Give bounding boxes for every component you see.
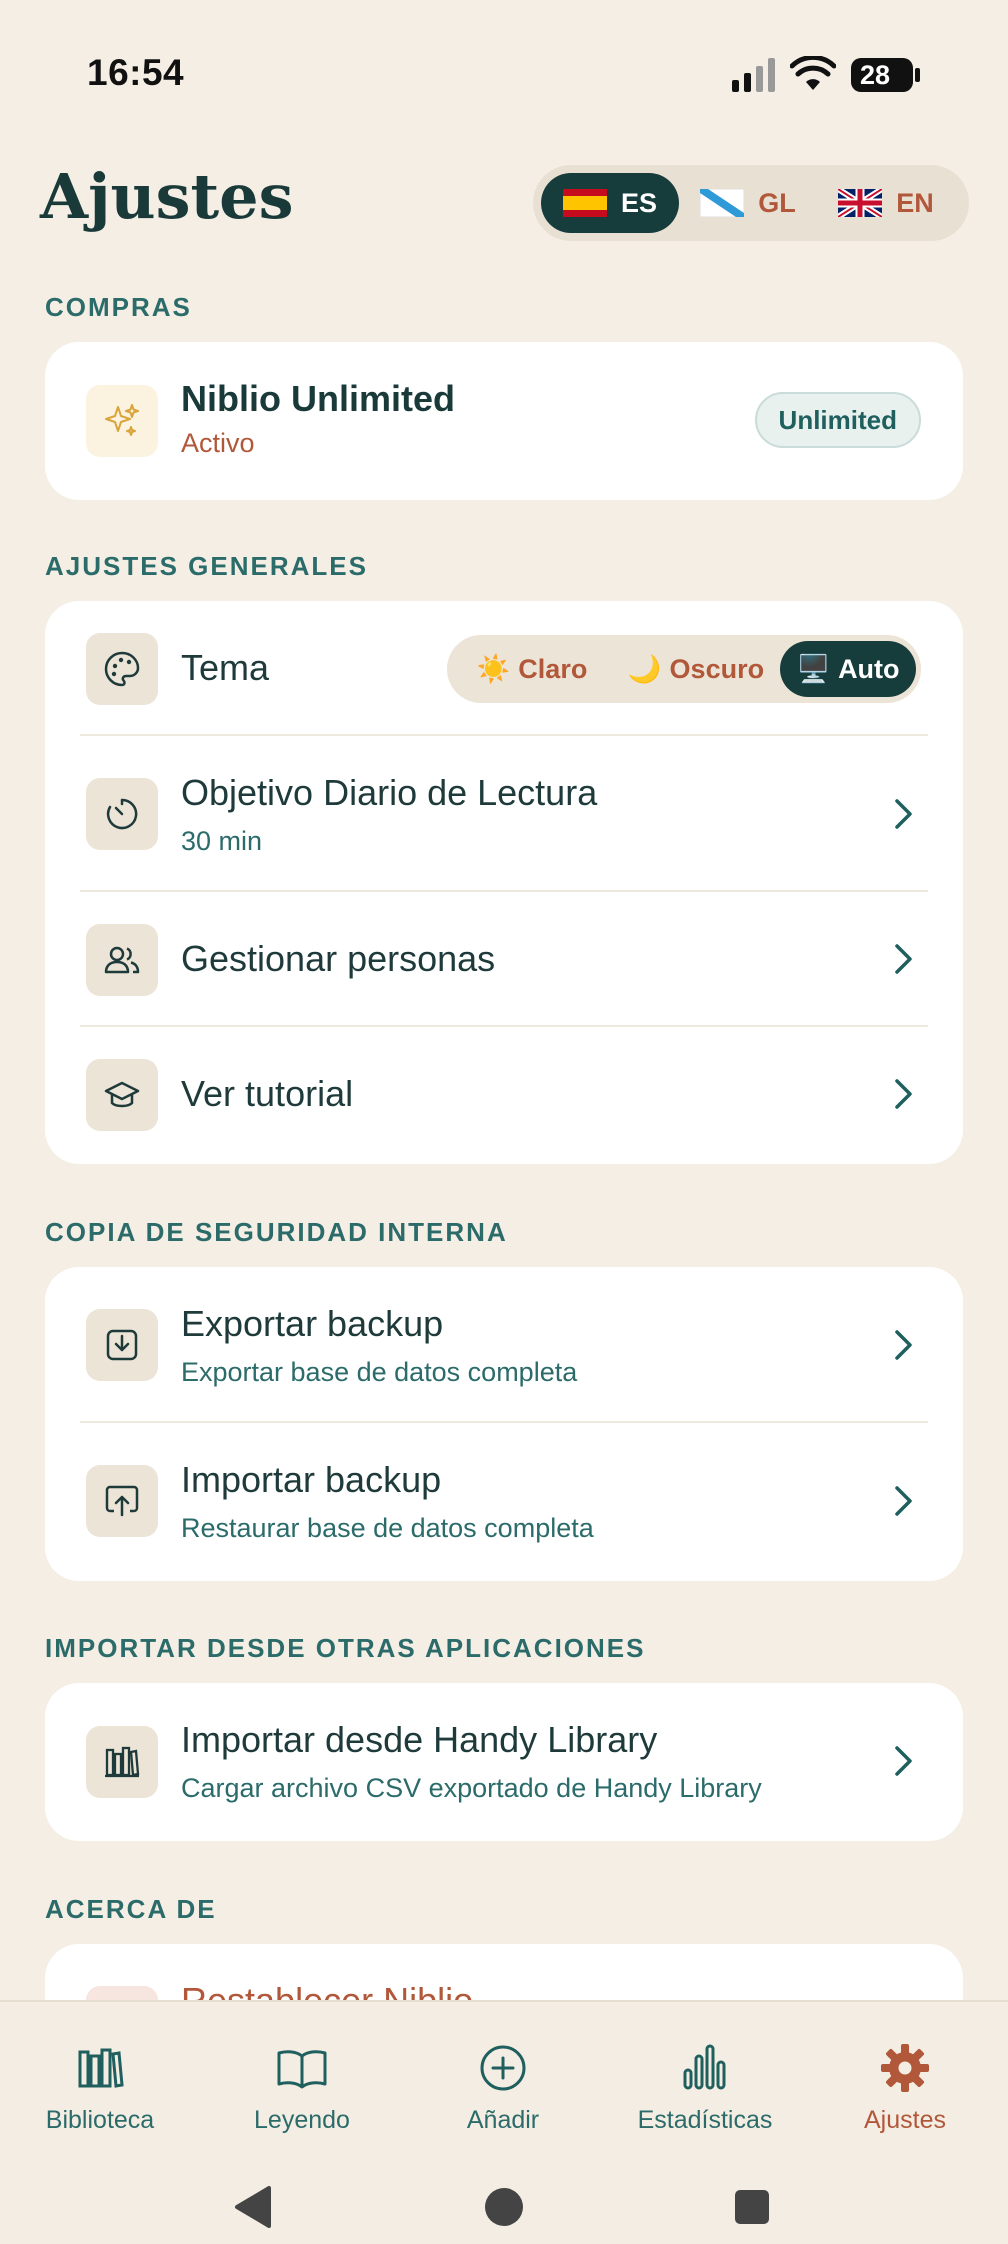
lang-gl-label: GL [758, 187, 796, 218]
status-time: 16:54 [87, 52, 185, 93]
general-settings-card: Tema ☀️ Claro 🌙 Oscuro 🖥️ Auto Objetivo … [45, 601, 963, 1164]
theme-light-label: Claro [518, 653, 588, 684]
page-title: Ajustes [40, 160, 294, 233]
lang-option-es[interactable]: ES [541, 173, 679, 233]
gear-icon [881, 2044, 929, 2092]
chevron-right-icon [895, 1486, 912, 1516]
lang-option-gl[interactable]: GL [679, 173, 817, 233]
section-label-about: ACERCA DE [45, 1894, 217, 1924]
bottom-navigation: Biblioteca Leyendo Añadir Estadísticas A… [0, 2000, 1008, 2244]
users-icon [86, 924, 158, 996]
purchase-card[interactable]: Niblio Unlimited Activo Unlimited [45, 342, 963, 500]
import-backup-subtitle: Restaurar base de datos completa [181, 1513, 594, 1543]
import-backup-title: Importar backup [181, 1459, 442, 1500]
tutorial-title: Ver tutorial [181, 1073, 354, 1114]
import-handy-subtitle: Cargar archivo CSV exportado de Handy Li… [181, 1773, 762, 1803]
language-switcher: ES GL EN [533, 165, 969, 241]
lang-es-label: ES [620, 187, 658, 218]
chevron-right-icon [895, 944, 912, 974]
sun-icon: ☀️ [476, 654, 511, 684]
theme-option-auto[interactable]: 🖥️ Auto [780, 641, 916, 697]
plan-title: Niblio Unlimited [181, 378, 455, 419]
system-back-icon[interactable] [229, 2182, 279, 2232]
signal-icon [732, 58, 775, 92]
nav-add[interactable]: Añadir [413, 2040, 593, 2135]
section-label-backup: COPIA DE SEGURIDAD INTERNA [45, 1217, 508, 1247]
theme-option-light[interactable]: ☀️ Claro [452, 641, 612, 697]
theme-label: Tema [181, 647, 270, 688]
nav-library[interactable]: Biblioteca [10, 2040, 190, 2135]
system-home-icon[interactable] [479, 2182, 529, 2232]
system-recents-icon[interactable] [727, 2182, 777, 2232]
import-backup-row[interactable]: Importar backup Restaurar base de datos … [45, 1423, 963, 1579]
nav-library-label: Biblioteca [45, 2106, 155, 2134]
wifi-icon [790, 56, 836, 90]
plan-badge: Unlimited [754, 392, 921, 448]
moon-icon: 🌙 [627, 654, 662, 684]
plan-status: Activo [181, 428, 255, 458]
chevron-right-icon [895, 1746, 912, 1776]
daily-goal-value: 30 min [181, 826, 263, 856]
theme-row: Tema ☀️ Claro 🌙 Oscuro 🖥️ Auto [45, 601, 963, 736]
daily-goal-title: Objetivo Diario de Lectura [181, 772, 598, 813]
theme-selector: ☀️ Claro 🌙 Oscuro 🖥️ Auto [447, 635, 921, 703]
bar-chart-icon [683, 2044, 726, 2090]
monitor-icon: 🖥️ [796, 654, 831, 684]
import-apps-card: Importar desde Handy Library Cargar arch… [45, 1683, 963, 1841]
nav-stats-label: Estadísticas [637, 2106, 773, 2134]
chevron-right-icon [895, 1079, 912, 1109]
upload-icon [86, 1465, 158, 1537]
chevron-right-icon [895, 799, 912, 829]
library-icon [78, 2048, 124, 2088]
lang-en-label: EN [896, 187, 934, 218]
lang-option-en[interactable]: EN [817, 173, 955, 233]
theme-auto-label: Auto [838, 653, 900, 684]
nav-add-label: Añadir [466, 2106, 540, 2134]
library-icon [86, 1726, 158, 1798]
theme-dark-label: Oscuro [669, 653, 765, 684]
manage-people-title: Gestionar personas [181, 938, 496, 979]
import-handy-title: Importar desde Handy Library [181, 1719, 658, 1760]
tutorial-row[interactable]: Ver tutorial [45, 1027, 963, 1162]
battery-icon: 28 [850, 57, 922, 93]
book-open-icon [277, 2050, 327, 2089]
download-icon [86, 1309, 158, 1381]
backup-card: Exportar backup Exportar base de datos c… [45, 1267, 963, 1581]
export-backup-title: Exportar backup [181, 1303, 444, 1344]
spain-flag-icon [562, 189, 607, 217]
chevron-right-icon [895, 1330, 912, 1360]
nav-settings-label: Ajustes [864, 2106, 946, 2134]
theme-option-dark[interactable]: 🌙 Oscuro [612, 641, 780, 697]
graduation-cap-icon [86, 1059, 158, 1131]
timer-icon [86, 778, 158, 850]
uk-flag-icon [838, 189, 883, 217]
status-bar: 16:54 28 [0, 0, 1008, 150]
nav-reading-label: Leyendo [254, 2106, 350, 2134]
nav-stats[interactable]: Estadísticas [615, 2040, 795, 2135]
import-handy-row[interactable]: Importar desde Handy Library Cargar arch… [45, 1683, 963, 1839]
nav-reading[interactable]: Leyendo [212, 2040, 392, 2135]
palette-icon [86, 633, 158, 705]
manage-people-row[interactable]: Gestionar personas [45, 892, 963, 1027]
export-backup-subtitle: Exportar base de datos completa [181, 1357, 578, 1387]
daily-goal-row[interactable]: Objetivo Diario de Lectura 30 min [45, 736, 963, 892]
section-label-import-apps: IMPORTAR DESDE OTRAS APLICACIONES [45, 1633, 646, 1663]
galicia-flag-icon [700, 189, 745, 217]
export-backup-row[interactable]: Exportar backup Exportar base de datos c… [45, 1267, 963, 1423]
nav-settings[interactable]: Ajustes [815, 2040, 995, 2135]
battery-level: 28 [860, 60, 891, 90]
plus-circle-icon [480, 2045, 526, 2091]
section-label-purchases: COMPRAS [45, 292, 192, 322]
sparkles-icon [86, 385, 158, 457]
section-label-general: AJUSTES GENERALES [45, 551, 368, 581]
